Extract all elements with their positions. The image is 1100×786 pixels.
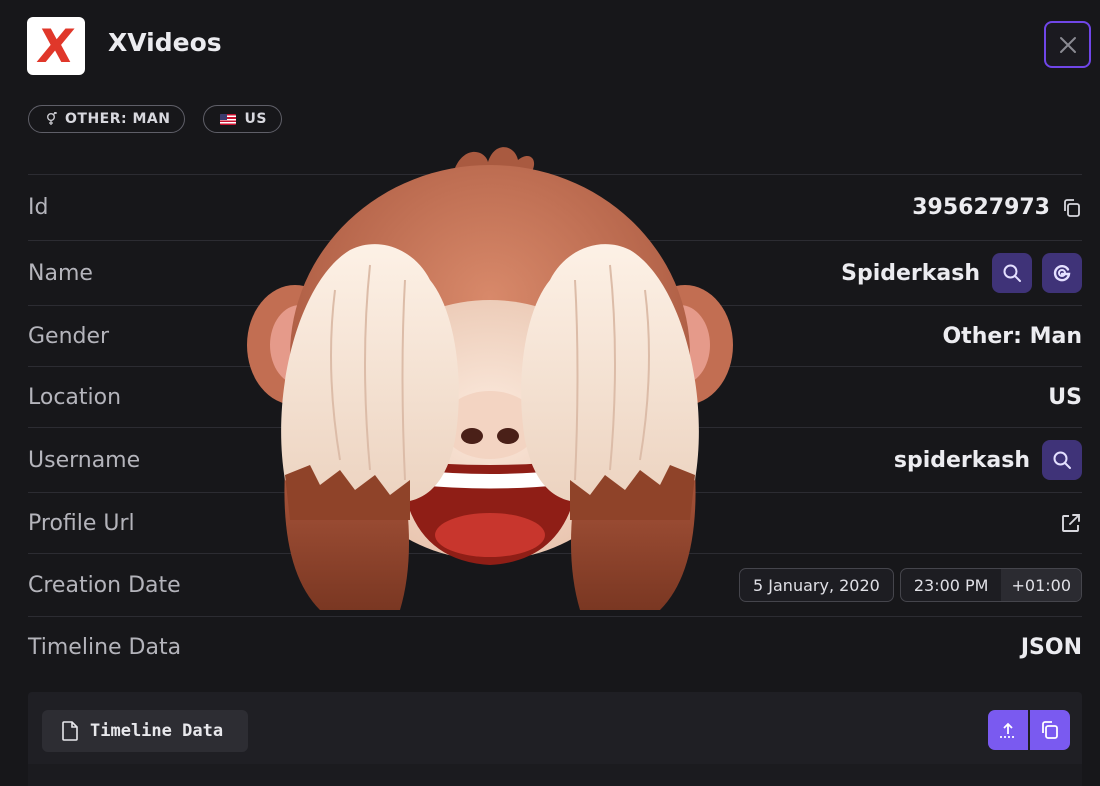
gender-badge-label: OTHER: MAN [65,111,171,127]
search-icon [1053,451,1071,469]
gender-value: Other: Man [942,323,1082,349]
external-link-icon[interactable] [1060,512,1082,534]
gender-icon [47,112,57,125]
creation-date-label: Creation Date [28,572,181,598]
profile-url-label: Profile Url [28,510,135,536]
timezone-value: +01:00 [1001,569,1081,601]
google-icon [1053,265,1071,282]
close-button[interactable] [1044,21,1091,68]
tab-timeline-data[interactable]: Timeline Data [42,710,248,752]
time-field[interactable]: 23:00 PM +01:00 [899,568,1082,602]
gender-badge: OTHER: MAN [28,105,186,133]
logo-letter: X [34,19,78,73]
close-icon [1059,36,1076,53]
name-value: Spiderkash [841,260,980,286]
id-label: Id [28,195,49,220]
badge-row: OTHER: MAN US [28,105,282,133]
id-value-group: 395627973 [912,195,1082,220]
timeline-content [28,764,1082,786]
copy-icon [1042,721,1058,739]
name-search-button[interactable] [992,253,1032,293]
tab-timeline-data-label: Timeline Data [90,721,224,741]
file-icon [62,721,78,741]
timeline-panel: Timeline Data [28,692,1082,786]
date-field[interactable]: 5 January, 2020 [739,568,894,602]
app-title: XVideos [108,28,222,57]
search-icon [1003,264,1021,282]
name-label: Name [28,260,93,286]
name-value-group: Spiderkash [841,253,1082,293]
export-button[interactable] [988,710,1028,750]
username-search-button[interactable] [1042,440,1082,480]
time-value: 23:00 PM [913,575,989,595]
row-timeline-data: Timeline Data JSON [28,616,1082,677]
panel-actions [988,710,1070,750]
profile-url-value [1060,512,1082,534]
location-badge: US [203,105,282,133]
id-value: 395627973 [912,195,1050,220]
username-value-group: spiderkash [894,440,1082,480]
upload-icon [1000,722,1016,738]
app-logo: X [27,17,85,75]
timeline-data-value: JSON [1020,634,1082,660]
copy-icon[interactable] [1062,198,1082,218]
username-value: spiderkash [893,447,1030,473]
location-value: US [1048,384,1082,410]
creation-date-value: 5 January, 2020 23:00 PM +01:00 [739,568,1082,602]
location-badge-label: US [244,111,267,127]
copy-json-button[interactable] [1030,710,1070,750]
location-label: Location [28,384,122,410]
date-value: 5 January, 2020 [753,575,880,595]
timeline-data-label: Timeline Data [28,634,182,660]
gender-label: Gender [28,323,110,349]
see-no-evil-monkey-emoji [247,147,733,610]
username-label: Username [28,447,141,473]
name-google-button[interactable] [1042,253,1082,293]
us-flag-icon [220,113,237,125]
